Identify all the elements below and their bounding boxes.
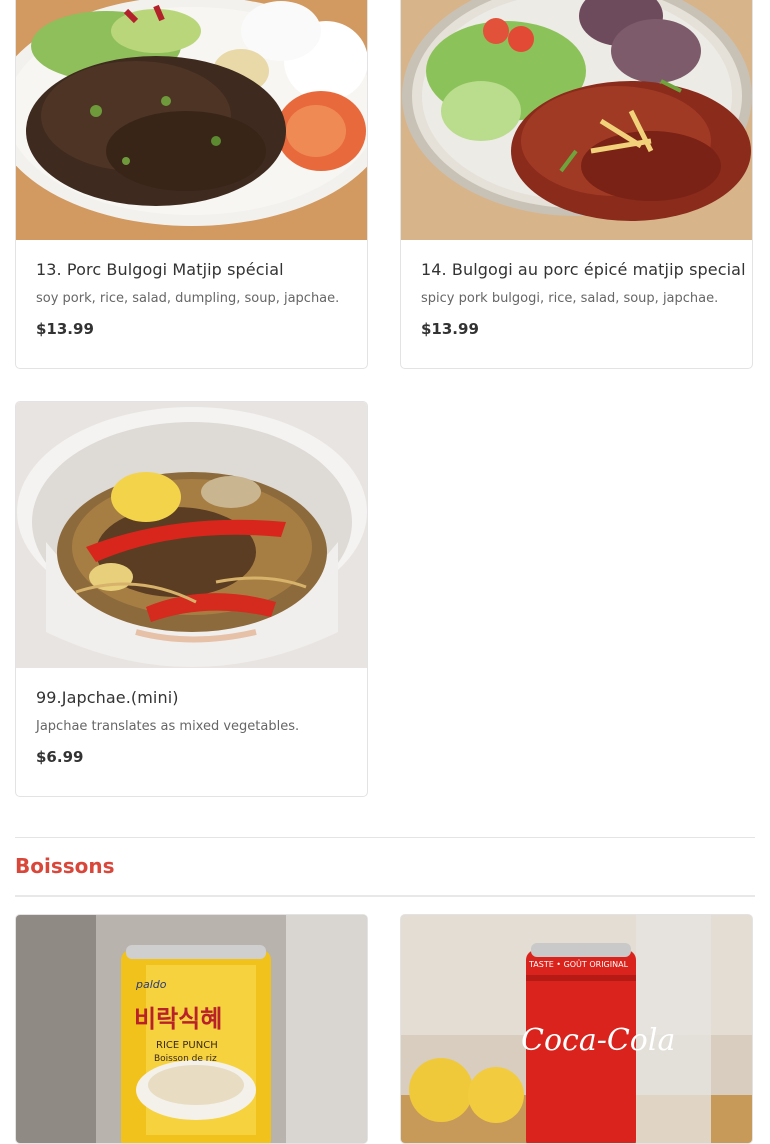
- drink-label: 비락식혜: [134, 1005, 222, 1033]
- item-photo-rice-punch: paldo 비락식혜 RICE PUNCH Boisson de riz: [16, 915, 367, 1143]
- drink-sub: TASTE • GOÛT ORIGINAL: [528, 958, 629, 969]
- drink-sub2: Boisson de riz: [154, 1054, 217, 1064]
- item-description: Japchae translates as mixed vegetables.: [36, 719, 300, 734]
- item-photo-spicy-bulgogi: [401, 0, 752, 240]
- drink-sub: RICE PUNCH: [156, 1040, 218, 1051]
- section-title: Boissons: [15, 854, 115, 878]
- item-description: spicy pork bulgogi, rice, salad, soup, j…: [421, 291, 719, 306]
- item-description: soy pork, rice, salad, dumpling, soup, j…: [36, 291, 340, 306]
- item-price: $6.99: [36, 748, 84, 766]
- drink-brand: paldo: [135, 978, 167, 991]
- menu-item-card[interactable]: TASTE • GOÛT ORIGINAL Coca-Cola: [400, 914, 753, 1144]
- item-photo-coca-cola: TASTE • GOÛT ORIGINAL Coca-Cola: [401, 915, 752, 1143]
- section-title-underline: [15, 895, 755, 897]
- section-divider: [15, 837, 755, 838]
- item-name: 13. Porc Bulgogi Matjip spécial: [36, 260, 284, 279]
- item-price: $13.99: [421, 320, 479, 338]
- item-name: 14. Bulgogi au porc épicé matjip special: [421, 260, 746, 279]
- menu-item-card[interactable]: 99.Japchae.(mini) Japchae translates as …: [15, 401, 368, 797]
- item-price: $13.99: [36, 320, 94, 338]
- item-photo-japchae: [16, 402, 367, 668]
- item-photo-bulgogi: [16, 0, 367, 240]
- menu-item-card[interactable]: paldo 비락식혜 RICE PUNCH Boisson de riz: [15, 914, 368, 1144]
- item-name: 99.Japchae.(mini): [36, 688, 179, 707]
- menu-item-card[interactable]: 13. Porc Bulgogi Matjip spécial soy pork…: [15, 0, 368, 369]
- drink-label: Coca-Cola: [521, 1023, 675, 1058]
- menu-item-card[interactable]: 14. Bulgogi au porc épicé matjip special…: [400, 0, 753, 369]
